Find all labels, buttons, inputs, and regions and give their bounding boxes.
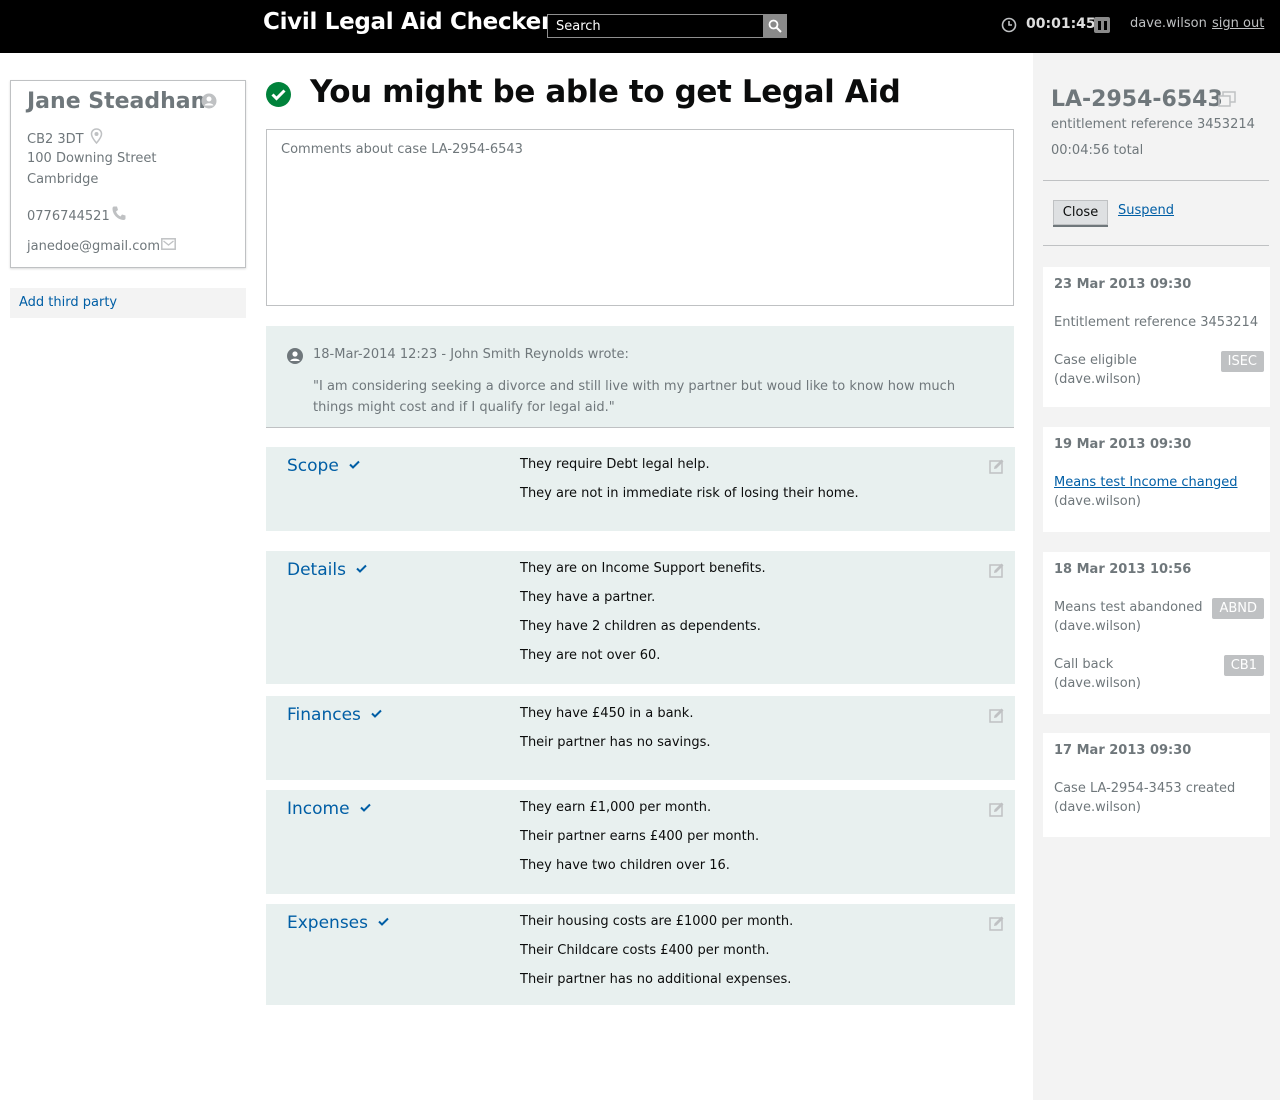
- status-badge: CB1: [1223, 655, 1264, 676]
- note-text: "I am considering seeking a divorce and …: [313, 379, 956, 415]
- divider: [1043, 180, 1269, 181]
- search-input[interactable]: [547, 14, 764, 38]
- third-party-panel: Add third party: [10, 288, 246, 318]
- section-scope: Scope They require Debt legal help. They…: [266, 447, 1015, 531]
- timeline-event: 19 Mar 2013 09:30 Means test Income chan…: [1043, 427, 1270, 532]
- case-panel: LA-2954-6543 entitlement reference 34532…: [1033, 53, 1280, 1100]
- check-icon: [349, 460, 360, 469]
- edit-icon[interactable]: [989, 915, 1005, 931]
- search-icon: [768, 19, 782, 33]
- contact-city: Cambridge: [27, 172, 99, 187]
- fact: Their partner has no savings.: [520, 735, 711, 750]
- add-third-party-link[interactable]: Add third party: [19, 295, 117, 310]
- event-date: 19 Mar 2013 09:30: [1054, 437, 1192, 452]
- section-facts: They are on Income Support benefits. The…: [520, 561, 766, 677]
- fact: They are not over 60.: [520, 648, 661, 663]
- section-facts: They require Debt legal help. They are n…: [520, 457, 859, 515]
- means-test-changed-link[interactable]: Means test Income changed: [1054, 473, 1264, 492]
- divider: [1043, 245, 1269, 246]
- check-icon: [378, 917, 389, 926]
- section-facts: They have £450 in a bank. Their partner …: [520, 706, 711, 764]
- top-bar: Civil Legal Aid Checker 00:01:45 dave.wi…: [0, 0, 1280, 53]
- clock-icon: [1001, 17, 1017, 33]
- suspend-case-link[interactable]: Suspend: [1118, 203, 1174, 218]
- check-icon: [359, 803, 371, 812]
- event-item: Means test Income changed (dave.wilson): [1054, 473, 1264, 511]
- fact: They have a partner.: [520, 590, 656, 605]
- section-finances: Finances They have £450 in a bank. Their…: [266, 696, 1015, 780]
- entitlement-reference: entitlement reference 3453214: [1051, 117, 1255, 132]
- section-title-finances[interactable]: Finances: [287, 705, 382, 725]
- fact: Their partner earns £400 per month.: [520, 829, 760, 844]
- fact: They require Debt legal help.: [520, 457, 710, 472]
- contact-email: janedoe@gmail.com: [27, 239, 161, 254]
- event-date: 23 Mar 2013 09:30: [1054, 277, 1192, 292]
- event-date: 17 Mar 2013 09:30: [1054, 743, 1192, 758]
- search-box: [547, 14, 787, 38]
- event-item: Call back (dave.wilson) CB1: [1054, 655, 1264, 693]
- section-title-details[interactable]: Details: [287, 560, 367, 580]
- event-item: Means test abandoned (dave.wilson) ABND: [1054, 598, 1264, 636]
- fact: Their Childcare costs £400 per month.: [520, 943, 770, 958]
- contact-postcode: CB2 3DT: [27, 132, 84, 147]
- timeline-event: 18 Mar 2013 10:56 Means test abandoned (…: [1043, 552, 1270, 714]
- edit-icon[interactable]: [989, 801, 1005, 817]
- case-reference: LA-2954-6543: [1051, 87, 1223, 112]
- section-expenses: Expenses Their housing costs are £1000 p…: [266, 904, 1015, 1005]
- search-button[interactable]: [763, 14, 787, 38]
- fact: They are on Income Support benefits.: [520, 561, 766, 576]
- contact-card: Jane Steadham CB2 3DT 100 Downing Street…: [10, 80, 246, 268]
- event-item: Entitlement reference 3453214: [1054, 315, 1259, 330]
- phone-icon[interactable]: [111, 205, 127, 221]
- contact-name: Jane Steadham: [27, 89, 214, 114]
- call-timer: 00:01:45: [1026, 16, 1096, 32]
- event-item: Case eligible (dave.wilson) ISEC: [1054, 351, 1264, 389]
- edit-icon[interactable]: [989, 458, 1005, 474]
- contact-street: 100 Downing Street: [27, 151, 157, 166]
- case-note: 18-Mar-2014 12:23 - John Smith Reynolds …: [266, 326, 1014, 428]
- close-case-button[interactable]: Close: [1053, 200, 1108, 225]
- check-icon: [356, 564, 367, 573]
- app-title[interactable]: Civil Legal Aid Checker: [263, 9, 552, 35]
- timeline-event: 17 Mar 2013 09:30 Case LA-2954-3453 crea…: [1043, 733, 1270, 837]
- fact: They have 2 children as dependents.: [520, 619, 761, 634]
- success-check-icon: [266, 82, 291, 107]
- user-avatar-icon: [287, 348, 303, 364]
- status-badge: ISEC: [1220, 351, 1264, 372]
- eligibility-result-title: You might be able to get Legal Aid: [310, 74, 901, 110]
- fact: Their partner has no additional expenses…: [520, 972, 792, 987]
- fact: Their housing costs are £1000 per month.: [520, 914, 794, 929]
- check-icon: [371, 709, 382, 718]
- note-meta: 18-Mar-2014 12:23 - John Smith Reynolds …: [313, 347, 629, 362]
- contact-phone: 0776744521: [27, 209, 110, 224]
- section-facts: They earn £1,000 per month. Their partne…: [520, 800, 759, 887]
- username: dave.wilson: [1130, 16, 1207, 31]
- section-income: Income They earn £1,000 per month. Their…: [266, 790, 1015, 894]
- section-facts: Their housing costs are £1000 per month.…: [520, 914, 793, 1001]
- fact: They have two children over 16.: [520, 858, 730, 873]
- status-badge: ABND: [1212, 598, 1264, 619]
- copy-icon[interactable]: [1218, 91, 1236, 107]
- person-icon[interactable]: [201, 93, 217, 109]
- fact: They are not in immediate risk of losing…: [520, 486, 859, 501]
- pause-button[interactable]: [1094, 17, 1110, 33]
- sign-out-link[interactable]: sign out: [1212, 16, 1264, 31]
- section-title-scope[interactable]: Scope: [287, 456, 360, 476]
- section-title-expenses[interactable]: Expenses: [287, 913, 389, 933]
- event-item: Case LA-2954-3453 created (dave.wilson): [1054, 781, 1236, 815]
- fact: They have £450 in a bank.: [520, 706, 694, 721]
- email-icon[interactable]: [161, 238, 176, 250]
- edit-icon[interactable]: [989, 562, 1005, 578]
- section-details: Details They are on Income Support benef…: [266, 551, 1015, 684]
- map-pin-icon: [90, 128, 103, 144]
- edit-icon[interactable]: [989, 707, 1005, 723]
- case-comments-textarea[interactable]: [266, 129, 1014, 306]
- total-time: 00:04:56 total: [1051, 143, 1144, 158]
- event-date: 18 Mar 2013 10:56: [1054, 562, 1192, 577]
- section-title-income[interactable]: Income: [287, 799, 371, 819]
- timeline-event: 23 Mar 2013 09:30 Entitlement reference …: [1043, 267, 1270, 407]
- fact: They earn £1,000 per month.: [520, 800, 712, 815]
